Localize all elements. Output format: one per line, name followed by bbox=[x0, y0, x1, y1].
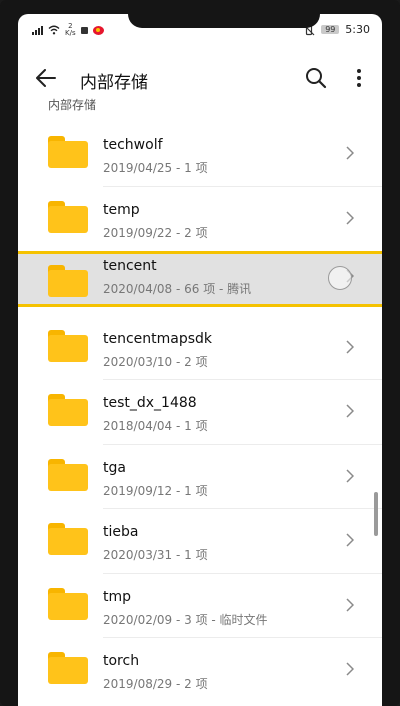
list-item-test-dx-1488[interactable]: test_dx_1488 2018/04/04 - 1 项 bbox=[18, 380, 382, 445]
search-icon bbox=[306, 68, 327, 89]
folder-meta: 2020/02/09 - 3 项 - 临时文件 bbox=[103, 612, 268, 627]
weibo-icon bbox=[92, 25, 104, 35]
folder-icon bbox=[48, 136, 88, 168]
folder-meta: 2019/04/25 - 1 项 bbox=[103, 161, 208, 175]
breadcrumb[interactable]: 内部存储 bbox=[48, 96, 96, 113]
folder-name: tieba bbox=[103, 524, 139, 540]
touch-indicator bbox=[328, 266, 352, 290]
chevron-right-icon bbox=[346, 533, 354, 547]
folder-meta: 2020/03/10 - 2 项 bbox=[103, 354, 208, 369]
folder-meta: 2019/09/12 - 1 项 bbox=[103, 483, 208, 498]
list-item-torch[interactable]: torch 2019/08/29 - 2 项 bbox=[18, 638, 382, 703]
folder-name: tga bbox=[103, 459, 126, 476]
list-item-tencent[interactable]: tencent 2020/04/08 - 66 项 - 腾讯 bbox=[18, 251, 382, 316]
list-item-tencentmapsdk[interactable]: tencentmapsdk 2020/03/10 - 2 项 bbox=[18, 316, 382, 380]
network-speed-unit: K/s bbox=[65, 29, 76, 37]
chevron-right-icon bbox=[346, 468, 354, 483]
list-item-techwolf[interactable]: techwolf 2019/04/25 - 1 项 bbox=[18, 122, 382, 187]
folder-meta: 2019/09/22 - 2 项 bbox=[103, 225, 208, 240]
folder-icon bbox=[48, 587, 88, 620]
network-speed: 2 K/s bbox=[65, 23, 76, 37]
folder-icon bbox=[48, 458, 88, 491]
folder-meta: 2020/03/31 - 1 项 bbox=[103, 548, 208, 562]
chevron-right-icon bbox=[346, 210, 354, 225]
list-item-tmp[interactable]: tmp 2020/02/09 - 3 项 - 临时文件 bbox=[18, 574, 382, 638]
list-item-tieba[interactable]: tieba 2020/03/31 - 1 项 bbox=[18, 509, 382, 574]
more-options-button[interactable] bbox=[348, 64, 370, 92]
phone-frame: 2 K/s 99 5:30 内部存储 内部存储 techwolf 2019/04… bbox=[0, 0, 400, 706]
folder-name: tencentmapsdk bbox=[103, 330, 213, 347]
folder-name: tencent bbox=[103, 258, 157, 274]
more-vert-icon bbox=[357, 69, 361, 87]
folder-name: torch bbox=[103, 653, 140, 669]
search-button[interactable] bbox=[302, 64, 330, 92]
clock: 5:30 bbox=[345, 23, 370, 36]
page-title: 内部存储 bbox=[80, 73, 148, 93]
folder-icon bbox=[48, 523, 88, 555]
folder-icon bbox=[48, 329, 88, 362]
chevron-right-icon bbox=[346, 339, 354, 354]
screen: 2 K/s 99 5:30 内部存储 内部存储 techwolf 2019/04… bbox=[18, 14, 382, 706]
scrollbar[interactable] bbox=[374, 492, 378, 536]
chevron-right-icon bbox=[346, 404, 354, 418]
app-bar: 内部存储 bbox=[18, 52, 382, 102]
folder-icon bbox=[48, 200, 88, 233]
folder-name: temp bbox=[103, 201, 140, 218]
file-list: techwolf 2019/04/25 - 1 项 temp 2019/09/2… bbox=[18, 122, 382, 703]
chevron-right-icon bbox=[346, 146, 354, 160]
folder-name: techwolf bbox=[103, 137, 163, 153]
folder-name: test_dx_1488 bbox=[103, 395, 197, 411]
notification-icon bbox=[80, 26, 88, 34]
chevron-right-icon bbox=[346, 597, 354, 612]
status-left: 2 K/s bbox=[32, 23, 104, 37]
chevron-right-icon bbox=[346, 662, 354, 676]
back-button[interactable] bbox=[32, 64, 60, 92]
folder-meta: 2020/04/08 - 66 项 - 腾讯 bbox=[103, 282, 252, 296]
folder-icon bbox=[48, 394, 88, 426]
folder-meta: 2019/08/29 - 2 项 bbox=[103, 677, 208, 691]
folder-meta: 2018/04/04 - 1 项 bbox=[103, 419, 208, 433]
back-arrow-icon bbox=[36, 69, 56, 87]
folder-name: tmp bbox=[103, 588, 132, 605]
list-item-tga[interactable]: tga 2019/09/12 - 1 项 bbox=[18, 445, 382, 509]
list-item-temp[interactable]: temp 2019/09/22 - 2 项 bbox=[18, 187, 382, 252]
signal-icon bbox=[32, 25, 43, 35]
folder-icon bbox=[48, 265, 88, 297]
battery-icon: 99 bbox=[321, 25, 340, 34]
folder-icon bbox=[48, 652, 88, 684]
wifi-icon bbox=[48, 25, 60, 35]
camera-notch bbox=[128, 14, 320, 28]
